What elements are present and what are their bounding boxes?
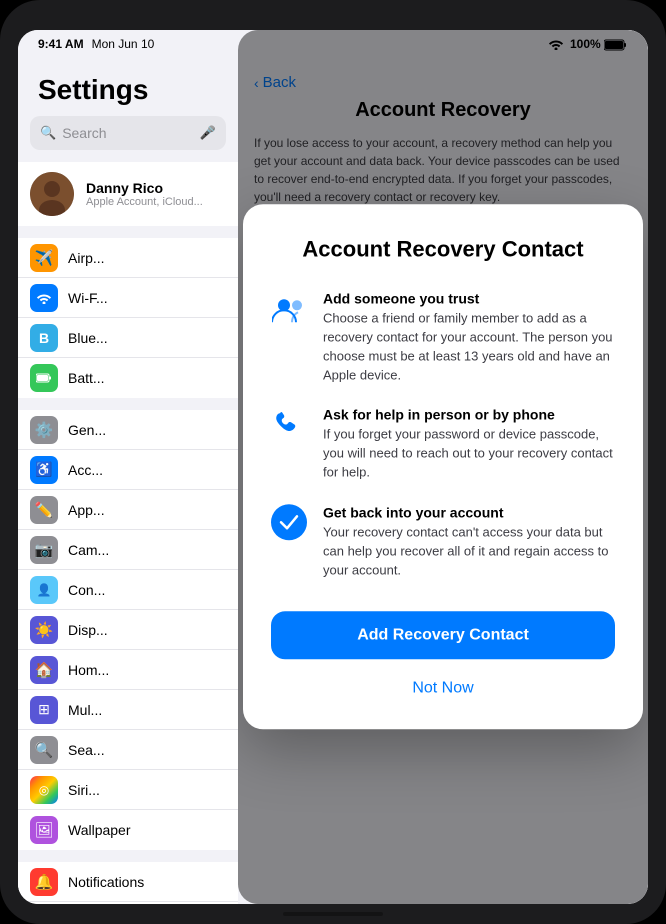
sidebar-item-label: Acc... [68, 462, 103, 478]
sidebar-item-label: Batt... [68, 370, 105, 386]
home-icon: 🏠 [30, 656, 58, 684]
profile-info: Danny Rico Apple Account, iCloud... [86, 180, 203, 208]
ipad-frame: 9:41 AM Mon Jun 10 100% [0, 0, 666, 924]
sidebar-item-contacts[interactable]: 👤 Con... [18, 570, 238, 610]
display-icon: ☀️ [30, 616, 58, 644]
sidebar-item-label: Wi-F... [68, 290, 108, 306]
phone-icon [271, 409, 307, 445]
feature-row-trust: Add someone you trust Choose a friend or… [271, 290, 615, 384]
account-recovery-modal: Account Recovery Contact [243, 204, 643, 729]
general-icon: ⚙️ [30, 416, 58, 444]
feature-title-help: Ask for help in person or by phone [323, 407, 615, 423]
wallpaper-icon: 🖼 [30, 816, 58, 844]
airplane-icon: ✈️ [30, 244, 58, 272]
mic-icon: 🎤 [200, 125, 216, 141]
sidebar-item-apps[interactable]: ✏️ App... [18, 490, 238, 530]
home-indicator [283, 912, 383, 916]
sidebar-item-display[interactable]: ☀️ Disp... [18, 610, 238, 650]
sidebar-item-notifications[interactable]: 🔔 Notifications [18, 862, 238, 902]
sidebar-item-wallpaper[interactable]: 🖼 Wallpaper [18, 810, 238, 850]
battery-settings-icon [30, 364, 58, 392]
sidebar-item-home[interactable]: 🏠 Hom... [18, 650, 238, 690]
feature-title-trust: Add someone you trust [323, 290, 615, 306]
sidebar-item-label: Wallpaper [68, 822, 131, 838]
sidebar-item-bluetooth[interactable]: B Blue... [18, 318, 238, 358]
status-time: 9:41 AM [38, 37, 84, 51]
profile-sub: Apple Account, iCloud... [86, 196, 203, 208]
sidebar-item-general[interactable]: ⚙️ Gen... [18, 410, 238, 450]
bluetooth-icon: B [30, 324, 58, 352]
screen: 9:41 AM Mon Jun 10 100% [18, 30, 648, 904]
feature-desc-access: Your recovery contact can't access your … [323, 523, 615, 580]
settings-section-3: 🔔 Notifications 🔊 Sounds 🌙 Focus ⧖ Scree… [18, 862, 238, 904]
sidebar-item-airplane[interactable]: ✈️ Airp... [18, 238, 238, 278]
feature-desc-help: If you forget your password or device pa… [323, 426, 615, 483]
sidebar-item-accessibility[interactable]: ♿ Acc... [18, 450, 238, 490]
people-icon [271, 292, 307, 328]
sidebar-item-label: Hom... [68, 662, 109, 678]
feature-title-access: Get back into your account [323, 504, 615, 520]
sidebar-item-multitasking[interactable]: ⊞ Mul... [18, 690, 238, 730]
sidebar: Settings 🔍 Search 🎤 Danny Rico Apple [18, 30, 238, 904]
sidebar-item-battery[interactable]: Batt... [18, 358, 238, 398]
avatar [30, 172, 74, 216]
notifications-icon: 🔔 [30, 868, 58, 896]
search-bar[interactable]: 🔍 Search 🎤 [30, 116, 226, 150]
sidebar-title: Settings [18, 58, 238, 116]
sidebar-item-siri[interactable]: ◎ Siri... [18, 770, 238, 810]
wifi-settings-icon [30, 284, 58, 312]
multitasking-icon: ⊞ [30, 696, 58, 724]
apps-icon: ✏️ [30, 496, 58, 524]
sidebar-item-label: Mul... [68, 702, 102, 718]
feature-text-access: Get back into your account Your recovery… [323, 504, 615, 580]
sidebar-item-label: Gen... [68, 422, 106, 438]
accessibility-icon: ♿ [30, 456, 58, 484]
not-now-button[interactable]: Not Now [404, 672, 481, 706]
settings-section-1: ✈️ Airp... Wi-F... B Blue... [18, 238, 238, 398]
modal-features: Add someone you trust Choose a friend or… [271, 290, 615, 579]
checkmark-icon [271, 504, 307, 540]
feature-row-access: Get back into your account Your recovery… [271, 504, 615, 580]
main-content: ‹ Back Account Recovery If you lose acce… [238, 30, 648, 904]
sidebar-item-wifi[interactable]: Wi-F... [18, 278, 238, 318]
sidebar-item-label: Airp... [68, 250, 105, 266]
modal-title: Account Recovery Contact [271, 236, 615, 262]
sidebar-item-search[interactable]: 🔍 Sea... [18, 730, 238, 770]
profile-name: Danny Rico [86, 180, 203, 196]
sidebar-item-label: Disp... [68, 622, 108, 638]
sidebar-item-sounds[interactable]: 🔊 Sounds [18, 902, 238, 904]
profile-row[interactable]: Danny Rico Apple Account, iCloud... [18, 162, 238, 226]
search-icon: 🔍 [40, 125, 56, 141]
sidebar-item-camera[interactable]: 📷 Cam... [18, 530, 238, 570]
modal-actions: Add Recovery Contact Not Now [271, 612, 615, 706]
contacts-icon: 👤 [30, 576, 58, 604]
sidebar-item-label: Blue... [68, 330, 108, 346]
feature-text-help: Ask for help in person or by phone If yo… [323, 407, 615, 483]
feature-text-trust: Add someone you trust Choose a friend or… [323, 290, 615, 384]
feature-desc-trust: Choose a friend or family member to add … [323, 309, 615, 384]
camera-icon: 📷 [30, 536, 58, 564]
notifications-label: Notifications [68, 874, 144, 890]
status-bar-left: 9:41 AM Mon Jun 10 [38, 37, 154, 51]
sidebar-item-label: Siri... [68, 782, 100, 798]
search-placeholder: Search [62, 125, 106, 141]
sidebar-item-label: Cam... [68, 542, 109, 558]
siri-icon: ◎ [30, 776, 58, 804]
add-recovery-contact-button[interactable]: Add Recovery Contact [271, 612, 615, 660]
search-settings-icon: 🔍 [30, 736, 58, 764]
sidebar-item-label: Sea... [68, 742, 105, 758]
status-date: Mon Jun 10 [92, 37, 155, 51]
feature-row-help: Ask for help in person or by phone If yo… [271, 407, 615, 483]
sidebar-item-label: Con... [68, 582, 105, 598]
sidebar-item-label: App... [68, 502, 105, 518]
settings-section-2: ⚙️ Gen... ♿ Acc... ✏️ App... 📷 Cam... 👤 [18, 410, 238, 850]
